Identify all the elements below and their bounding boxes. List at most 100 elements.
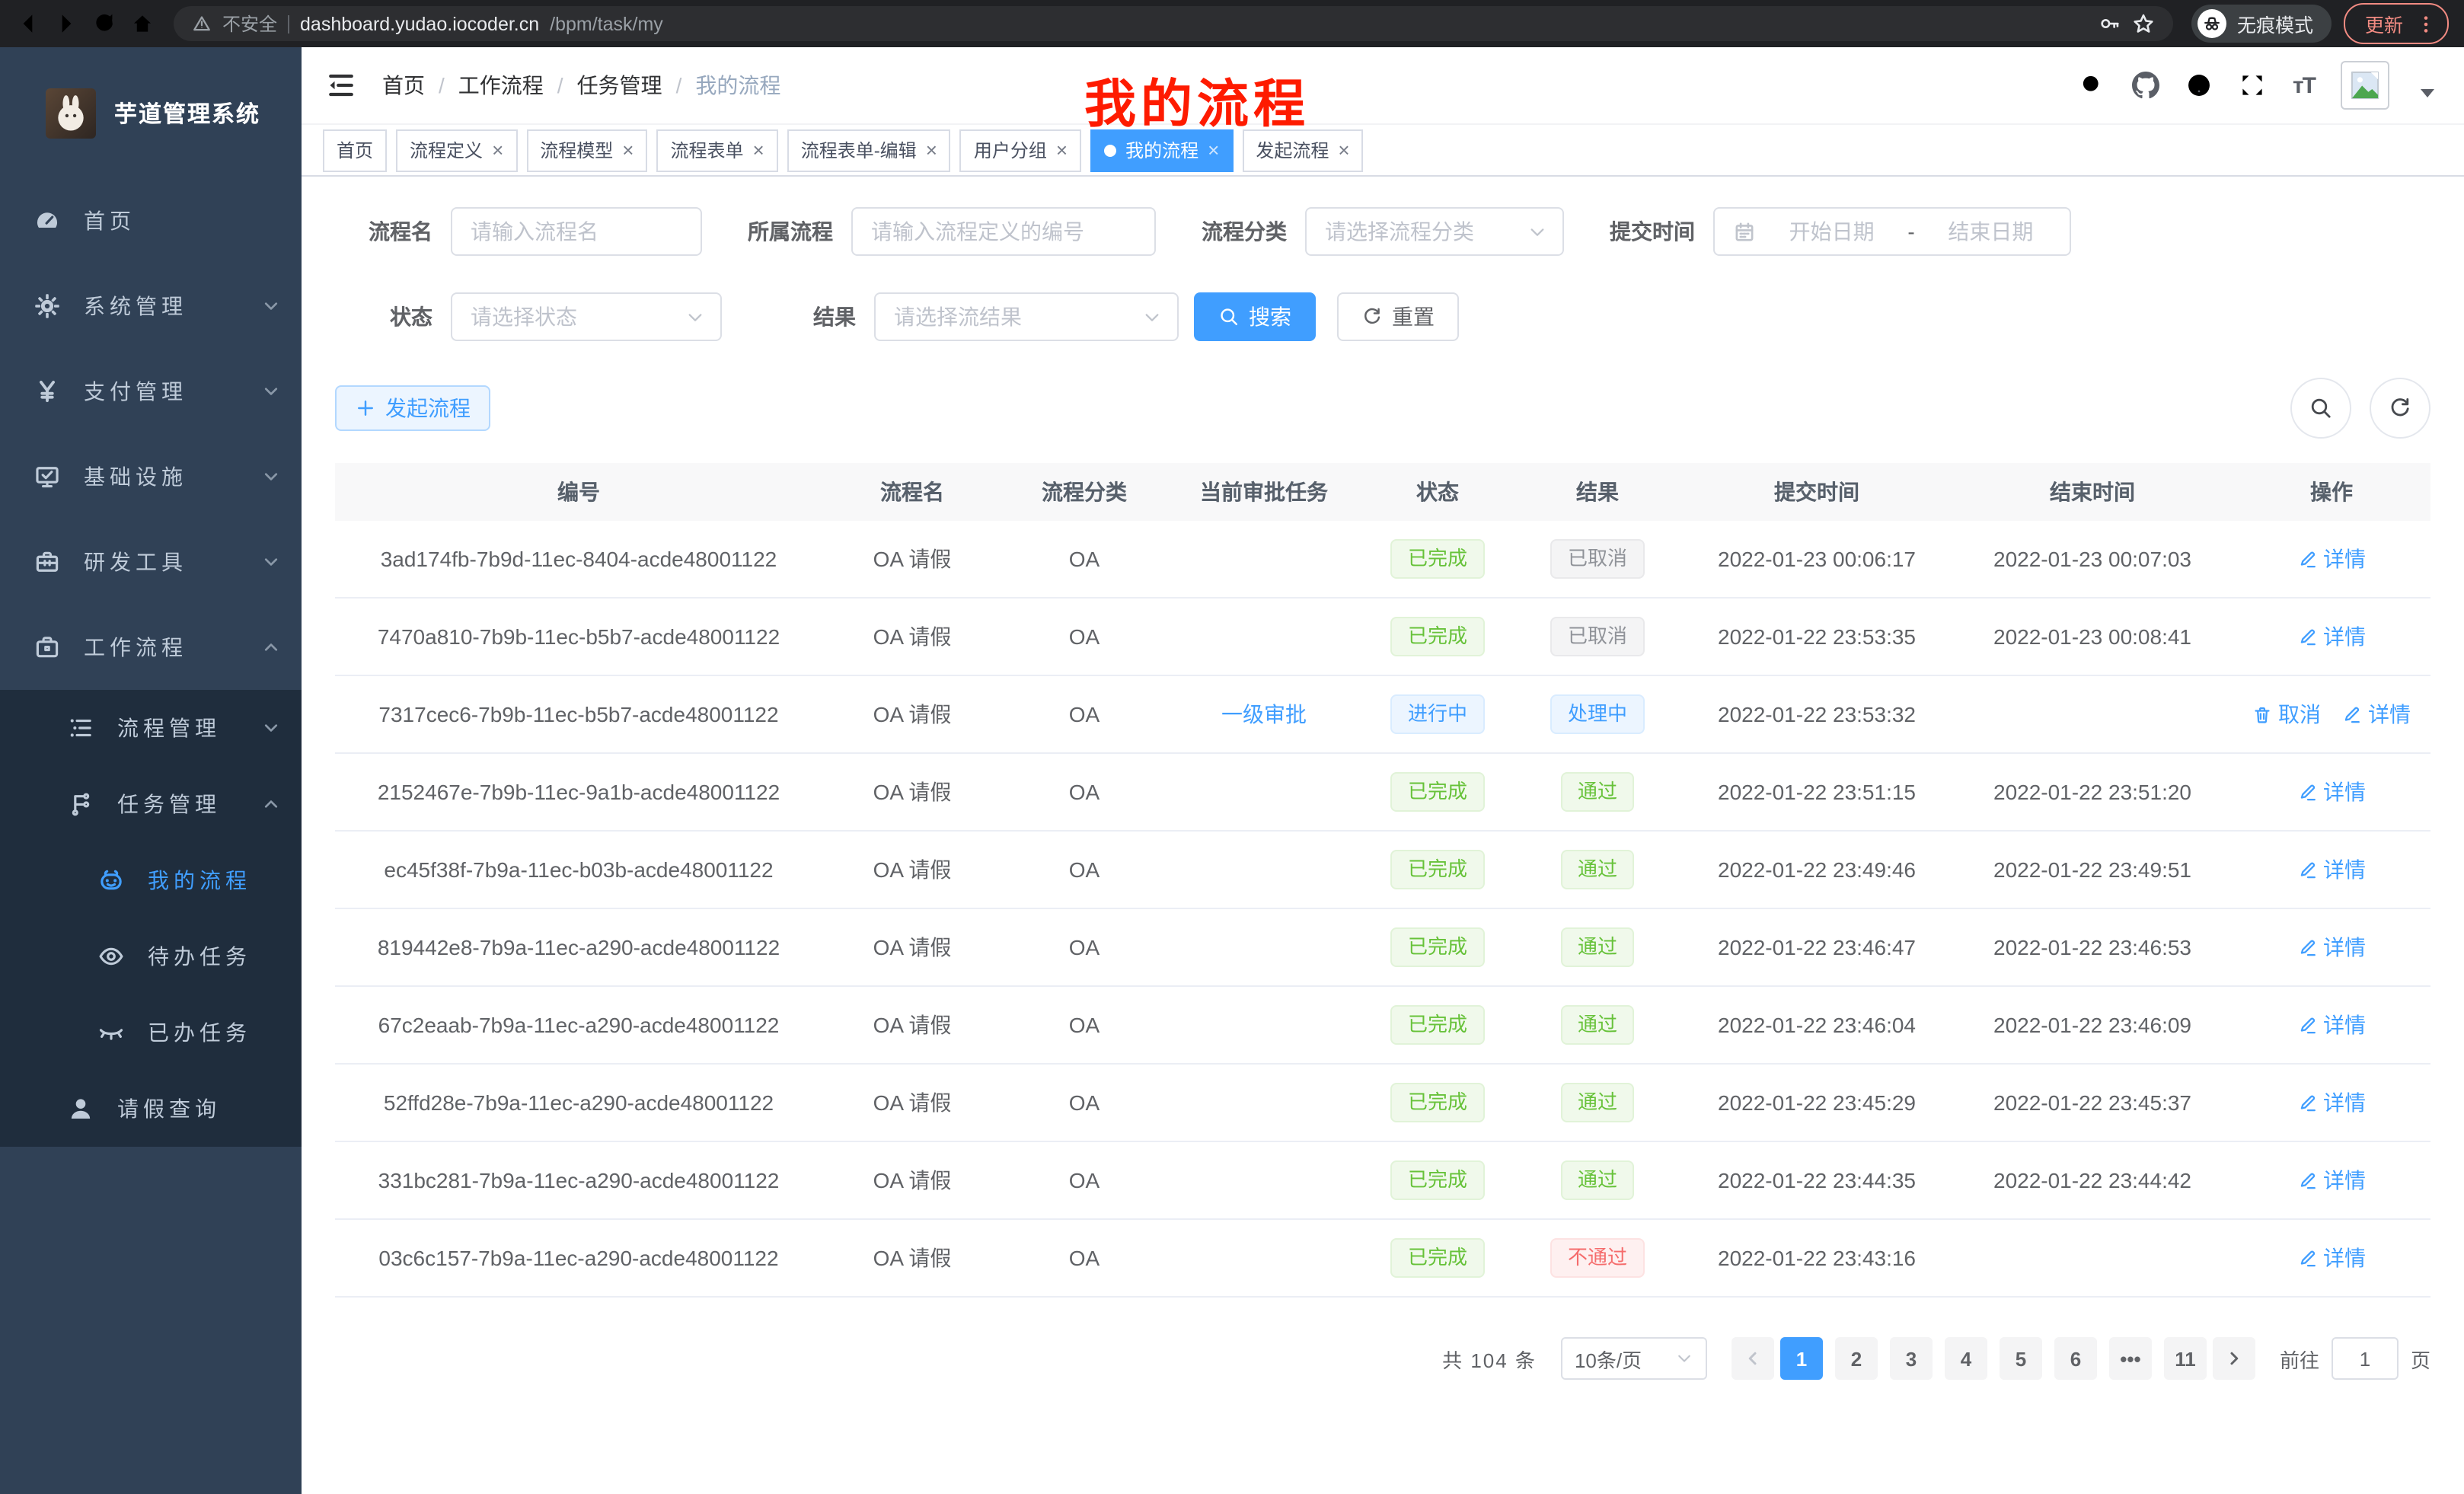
result-badge: 通过 [1561, 772, 1634, 812]
tab-0[interactable]: 首页 [323, 129, 387, 171]
url-path: /bpm/task/my [550, 13, 663, 34]
prev-page-button[interactable] [1732, 1337, 1774, 1380]
close-icon[interactable]: × [622, 140, 634, 160]
search-button[interactable]: 搜索 [1194, 292, 1316, 341]
avatar-caret-icon[interactable] [2415, 81, 2440, 105]
page-button-2[interactable]: 2 [1835, 1337, 1878, 1380]
task-link[interactable]: 一级审批 [1221, 702, 1307, 726]
show-search-button[interactable] [2290, 378, 2351, 439]
bookmark-star-icon[interactable] [2132, 12, 2155, 35]
close-icon[interactable]: × [1056, 140, 1068, 160]
detail-link[interactable]: 详情 [2297, 1087, 2366, 1118]
sidebar-item-3[interactable]: 基础设施 [0, 434, 302, 519]
create-process-button[interactable]: 发起流程 [335, 385, 490, 431]
detail-link[interactable]: 详情 [2297, 1243, 2366, 1273]
robot-icon [97, 867, 125, 894]
sidebar-item-4[interactable]: 研发工具 [0, 519, 302, 605]
tab-4[interactable]: 流程表单-编辑 × [787, 129, 951, 171]
page-button-4[interactable]: 4 [1945, 1337, 1987, 1380]
result-badge: 通过 [1561, 1083, 1634, 1122]
refresh-table-button[interactable] [2370, 378, 2430, 439]
tab-3[interactable]: 流程表单 × [656, 129, 777, 171]
tab-7[interactable]: 发起流程 × [1242, 129, 1363, 171]
detail-link[interactable]: 详情 [2297, 932, 2366, 962]
search-icon[interactable] [2079, 72, 2107, 99]
address-bar[interactable]: 不安全 dashboard.yudao.iocoder.cn/bpm/task/… [174, 6, 2173, 41]
more-pages-icon[interactable]: ••• [2109, 1337, 2152, 1380]
chrome-update-button[interactable]: 更新 [2344, 3, 2449, 44]
category-select[interactable]: 请选择流程分类 [1305, 207, 1564, 256]
close-icon[interactable]: × [1208, 140, 1219, 160]
detail-link[interactable]: 详情 [2297, 621, 2366, 652]
filter-label-category: 流程分类 [1202, 216, 1287, 247]
close-icon[interactable]: × [753, 140, 764, 160]
close-icon[interactable]: × [1338, 140, 1349, 160]
reset-button[interactable]: 重置 [1337, 292, 1459, 341]
cell-process-name: OA 请假 [822, 1219, 1002, 1297]
status-select[interactable]: 请选择状态 [451, 292, 722, 341]
detail-link[interactable]: 详情 [2297, 777, 2366, 807]
sidebar-item-0[interactable]: 首页 [0, 178, 302, 263]
tab-6[interactable]: 我的流程 × [1090, 129, 1233, 171]
detail-link[interactable]: 详情 [2297, 1010, 2366, 1040]
github-icon[interactable] [2133, 72, 2160, 99]
breadcrumb-item[interactable]: 首页 [382, 70, 425, 101]
tab-2[interactable]: 流程模型 × [526, 129, 647, 171]
sidebar-item-label: 请假查询 [117, 1093, 280, 1124]
sidebar-item-6[interactable]: 流程管理 [0, 690, 302, 766]
fullscreen-icon[interactable] [2239, 72, 2267, 99]
reload-icon[interactable] [91, 11, 117, 37]
back-icon[interactable] [15, 11, 41, 37]
page-button-6[interactable]: 6 [2054, 1337, 2097, 1380]
process-name-input[interactable] [451, 207, 702, 256]
process-def-input[interactable] [851, 207, 1156, 256]
sidebar-toggle-icon[interactable] [326, 70, 356, 101]
sidebar-item-8[interactable]: 我的流程 [0, 842, 302, 918]
tab-5[interactable]: 用户分组 × [960, 129, 1081, 171]
cancel-link[interactable]: 取消 [2252, 699, 2321, 729]
password-key-icon[interactable] [2099, 12, 2121, 35]
page-button-11[interactable]: 11 [2164, 1337, 2207, 1380]
page-button-1[interactable]: 1 [1780, 1337, 1823, 1380]
incognito-badge: 无痕模式 [2191, 5, 2332, 43]
goto-page-input[interactable] [2332, 1337, 2399, 1380]
refresh-icon [1361, 306, 1383, 327]
next-page-button[interactable] [2213, 1337, 2255, 1380]
tab-label: 流程表单 [670, 137, 743, 163]
forward-icon[interactable] [53, 11, 79, 37]
cell-submit-time: 2022-01-22 23:45:29 [1681, 1064, 1952, 1141]
url-host: dashboard.yudao.iocoder.cn [300, 13, 539, 34]
sidebar-item-11[interactable]: 请假查询 [0, 1071, 302, 1147]
status-placeholder: 请选择状态 [471, 302, 577, 332]
detail-link[interactable]: 详情 [2342, 699, 2411, 729]
breadcrumb-item[interactable]: 工作流程 [458, 70, 544, 101]
table-row: 03c6c157-7b9a-11ec-a290-acde48001122 OA … [335, 1219, 2430, 1297]
result-select[interactable]: 请选择流结果 [874, 292, 1179, 341]
tab-1[interactable]: 流程定义 × [396, 129, 517, 171]
sidebar-item-7[interactable]: 任务管理 [0, 766, 302, 842]
detail-link[interactable]: 详情 [2297, 854, 2366, 885]
sidebar-menu: 首页 系统管理 支付管理 基础设施 研发工具 工作流程 流程管理 任务管理 我的… [0, 178, 302, 1147]
page-button-3[interactable]: 3 [1890, 1337, 1933, 1380]
font-size-icon[interactable]: ᴛT [2293, 72, 2315, 98]
detail-link[interactable]: 详情 [2297, 1165, 2366, 1196]
browser-menu-icon[interactable] [2415, 13, 2437, 34]
detail-link[interactable]: 详情 [2297, 544, 2366, 574]
cell-end-time [1952, 1219, 2233, 1297]
page-size-select[interactable]: 10条/页 [1561, 1337, 1707, 1380]
close-icon[interactable]: × [492, 140, 503, 160]
submit-time-range-picker[interactable]: 开始日期 - 结束日期 [1713, 207, 2071, 256]
page-button-5[interactable]: 5 [2000, 1337, 2042, 1380]
home-icon[interactable] [129, 11, 155, 37]
breadcrumb-item[interactable]: 任务管理 [577, 70, 662, 101]
sidebar-item-10[interactable]: 已办任务 [0, 994, 302, 1071]
tab-label: 流程定义 [410, 137, 483, 163]
avatar[interactable] [2341, 61, 2389, 110]
help-icon[interactable] [2186, 72, 2213, 99]
sidebar-item-1[interactable]: 系统管理 [0, 263, 302, 349]
sidebar-item-2[interactable]: 支付管理 [0, 349, 302, 434]
navbar: 首页/ 工作流程/ 任务管理/ 我的流程 ᴛT [302, 47, 2464, 125]
sidebar-item-5[interactable]: 工作流程 [0, 605, 302, 690]
close-icon[interactable]: × [926, 140, 937, 160]
sidebar-item-9[interactable]: 待办任务 [0, 918, 302, 994]
